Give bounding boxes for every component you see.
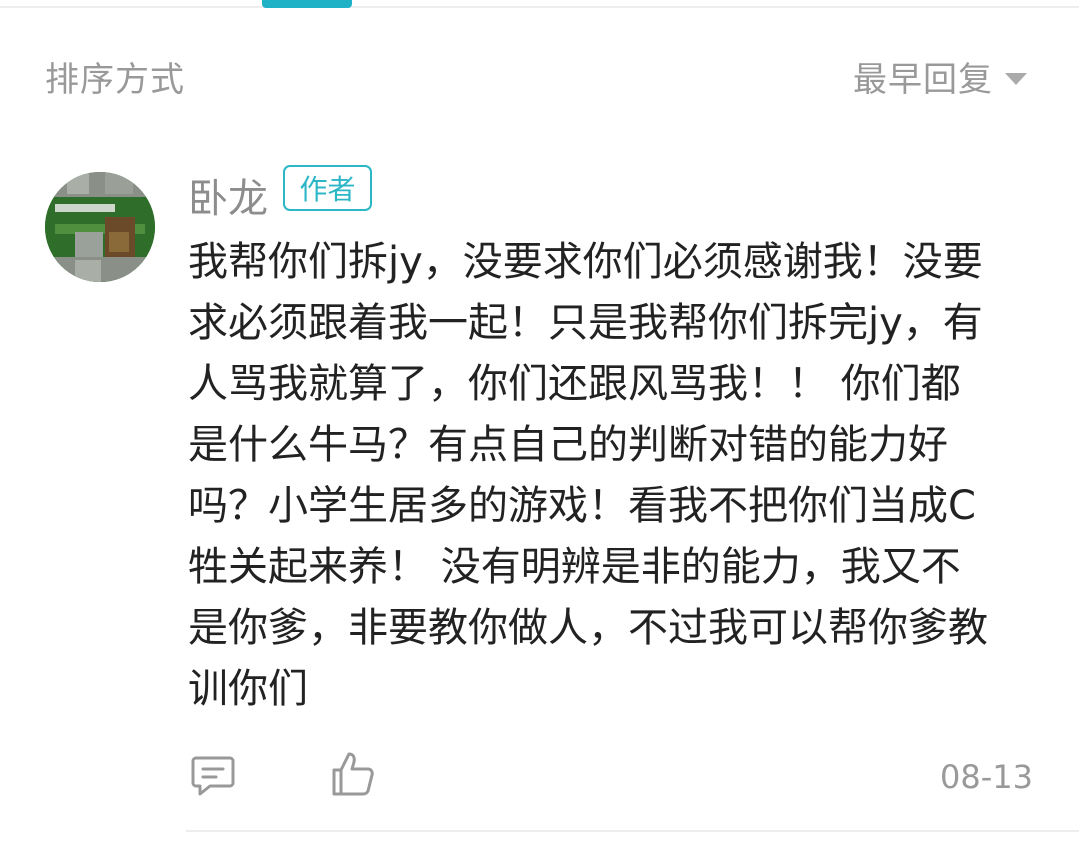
comment-date: 08-13 bbox=[940, 758, 1033, 796]
reply-icon[interactable] bbox=[190, 752, 236, 798]
avatar[interactable] bbox=[45, 172, 155, 282]
avatar-image bbox=[45, 172, 155, 282]
sort-label: 排序方式 bbox=[45, 60, 185, 100]
sort-value: 最早回复 bbox=[853, 60, 993, 100]
caret-down-icon bbox=[1005, 72, 1027, 85]
sort-dropdown[interactable]: 最早回复 bbox=[853, 52, 1029, 101]
comment-page: 排序方式 最早回复 卧龙 作者 我帮你们拆jy，没要求你们必须感谢我！没要 求必… bbox=[0, 0, 1079, 854]
author-badge: 作者 bbox=[283, 165, 372, 211]
bottom-divider bbox=[186, 830, 1079, 832]
top-divider bbox=[0, 6, 1079, 8]
active-tab-indicator bbox=[262, 0, 352, 8]
comment-author[interactable]: 卧龙 bbox=[188, 166, 268, 224]
thumbs-up-icon[interactable] bbox=[330, 750, 376, 798]
comment-body: 我帮你们拆jy，没要求你们必须感谢我！没要 求必须跟着我一起！只是我帮你们拆完j… bbox=[188, 239, 988, 712]
